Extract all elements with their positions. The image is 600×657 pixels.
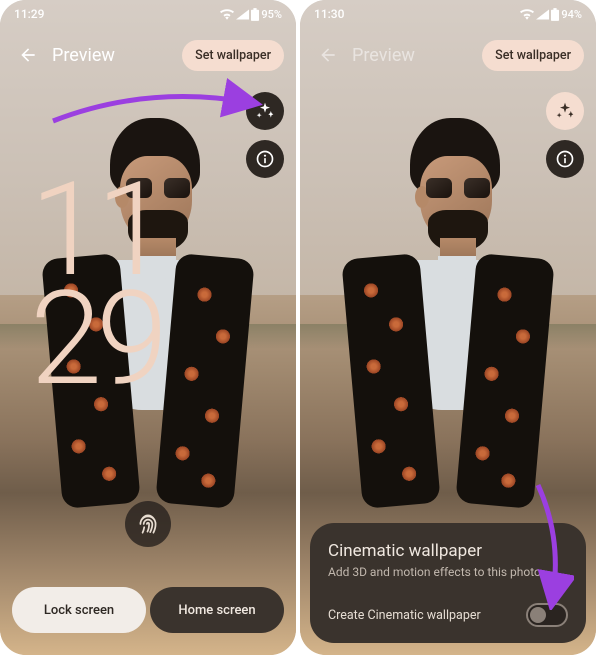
bottom-tabs: Lock screen Home screen	[12, 587, 284, 633]
info-icon	[555, 149, 575, 169]
set-wallpaper-button[interactable]: Set wallpaper	[182, 40, 284, 71]
toggle-label: Create Cinematic wallpaper	[328, 608, 481, 623]
tab-lock-screen[interactable]: Lock screen	[12, 587, 146, 633]
side-icons	[246, 92, 284, 178]
battery-percent: 94%	[561, 8, 582, 21]
back-button[interactable]	[312, 39, 344, 71]
set-wallpaper-button[interactable]: Set wallpaper	[482, 40, 584, 71]
page-title: Preview	[52, 45, 182, 66]
battery-percent: 95%	[261, 8, 282, 21]
status-time: 11:30	[314, 7, 344, 21]
status-time: 11:29	[14, 7, 44, 21]
wifi-icon	[520, 9, 534, 20]
side-icons	[546, 92, 584, 178]
sparkle-icon	[555, 101, 575, 121]
signal-icon	[536, 9, 549, 20]
effects-button[interactable]	[546, 92, 584, 130]
battery-icon	[251, 8, 259, 21]
back-arrow-icon	[18, 45, 38, 65]
status-icons: 95%	[220, 8, 282, 21]
wallpaper-person	[318, 118, 578, 518]
panel-subtitle: Add 3D and motion effects to this photo	[328, 565, 568, 579]
cinematic-panel: Cinematic wallpaper Add 3D and motion ef…	[310, 523, 586, 643]
phone-screen-left: 11:29 95% Preview Set wallpaper 11 29 Lo…	[0, 0, 296, 655]
battery-icon	[551, 8, 559, 21]
back-arrow-icon	[318, 45, 338, 65]
status-icons: 94%	[520, 8, 582, 21]
info-button[interactable]	[246, 140, 284, 178]
status-bar: 11:29 95%	[0, 0, 296, 28]
tab-home-screen[interactable]: Home screen	[150, 587, 284, 633]
info-icon	[255, 149, 275, 169]
clock-minute: 29	[30, 284, 162, 393]
phone-screen-right: 11:30 94% Preview Set wallpaper Cinemati…	[300, 0, 596, 655]
page-title: Preview	[352, 45, 482, 66]
header: Preview Set wallpaper	[0, 30, 296, 80]
fingerprint-button[interactable]	[125, 501, 171, 547]
lock-clock: 11 29	[30, 175, 162, 393]
status-bar: 11:30 94%	[300, 0, 596, 28]
panel-title: Cinematic wallpaper	[328, 541, 568, 561]
signal-icon	[236, 9, 249, 20]
sparkle-icon	[255, 101, 275, 121]
info-button[interactable]	[546, 140, 584, 178]
back-button[interactable]	[12, 39, 44, 71]
cinematic-toggle[interactable]	[526, 603, 568, 627]
effects-button[interactable]	[246, 92, 284, 130]
wifi-icon	[220, 9, 234, 20]
fingerprint-icon	[135, 511, 161, 537]
header: Preview Set wallpaper	[300, 30, 596, 80]
